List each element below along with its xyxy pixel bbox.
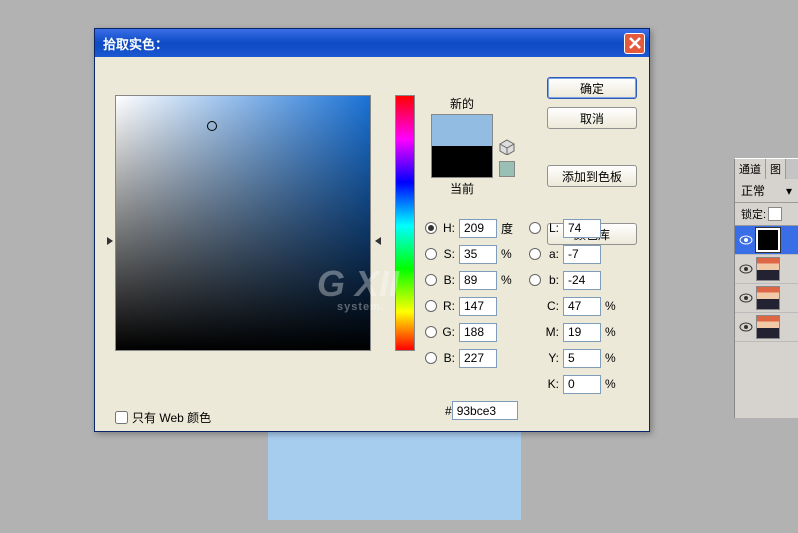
- chevron-down-icon: ▾: [786, 184, 792, 198]
- hue-slider[interactable]: [395, 95, 415, 351]
- g-input[interactable]: [459, 323, 497, 342]
- blend-mode-select[interactable]: 正常: [741, 182, 765, 199]
- a-label: a:: [543, 247, 559, 261]
- panel-tabs: 通道 图: [735, 159, 798, 179]
- radio-h[interactable]: [425, 222, 437, 234]
- y-label: Y:: [543, 351, 559, 365]
- gamut-cube-icon[interactable]: [499, 139, 515, 155]
- ok-button[interactable]: 确定: [547, 77, 637, 99]
- bb-unit: %: [501, 273, 517, 287]
- tab-layers[interactable]: 图: [766, 159, 786, 179]
- layer-row[interactable]: [735, 255, 798, 284]
- s-input[interactable]: [459, 245, 497, 264]
- k-unit: %: [605, 377, 621, 391]
- layer-thumb: [756, 257, 780, 281]
- selected-canvas-area: [268, 430, 521, 520]
- swatch-box: [431, 114, 493, 178]
- l-label: L:: [543, 221, 559, 235]
- layer-row[interactable]: [735, 313, 798, 342]
- new-label: 新的: [431, 95, 493, 112]
- new-color-swatch[interactable]: [432, 115, 492, 146]
- m-unit: %: [605, 325, 621, 339]
- layer-thumb: [756, 228, 780, 252]
- bb-label: B:: [439, 273, 455, 287]
- s-label: S:: [439, 247, 455, 261]
- layer-row[interactable]: [735, 284, 798, 313]
- layer-thumb: [756, 315, 780, 339]
- color-picker-dialog: 拾取实色： 只有 Web 颜色 新的 当前 确定 取消: [94, 28, 650, 432]
- lab-b-label: b:: [543, 273, 559, 287]
- layer-row[interactable]: [735, 226, 798, 255]
- k-label: K:: [543, 377, 559, 391]
- hex-prefix: #: [445, 404, 452, 418]
- radio-a[interactable]: [529, 248, 541, 260]
- s-unit: %: [501, 247, 517, 261]
- r-input[interactable]: [459, 297, 497, 316]
- lock-transparency-button[interactable]: [768, 207, 782, 221]
- m-label: M:: [543, 325, 559, 339]
- color-field-cursor: [207, 121, 217, 131]
- h-unit: 度: [501, 220, 517, 237]
- c-unit: %: [605, 299, 621, 313]
- color-preview: 新的 当前: [431, 95, 493, 197]
- layers-panel: 通道 图 正常 ▾ 锁定:: [734, 158, 798, 418]
- k-input[interactable]: [563, 375, 601, 394]
- current-color-swatch[interactable]: [432, 146, 492, 177]
- radio-s[interactable]: [425, 248, 437, 260]
- lock-row: 锁定:: [735, 203, 798, 226]
- layer-thumb: [756, 286, 780, 310]
- close-button[interactable]: [624, 33, 645, 54]
- rgb-b-label: B:: [439, 351, 455, 365]
- l-input[interactable]: [563, 219, 601, 238]
- add-swatch-button[interactable]: 添加到色板: [547, 165, 637, 187]
- field-arrow-left-icon: [107, 237, 113, 245]
- y-unit: %: [605, 351, 621, 365]
- current-label: 当前: [431, 180, 493, 197]
- h-label: H:: [439, 221, 455, 235]
- c-input[interactable]: [563, 297, 601, 316]
- radio-g[interactable]: [425, 326, 437, 338]
- eye-icon[interactable]: [739, 293, 753, 303]
- radio-l[interactable]: [529, 222, 541, 234]
- y-input[interactable]: [563, 349, 601, 368]
- web-only-checkbox[interactable]: [115, 411, 128, 424]
- gamut-swatch[interactable]: [499, 161, 515, 177]
- r-label: R:: [439, 299, 455, 313]
- radio-bb[interactable]: [425, 274, 437, 286]
- dialog-title: 拾取实色：: [103, 34, 168, 53]
- hex-input[interactable]: [452, 401, 518, 420]
- cancel-button[interactable]: 取消: [547, 107, 637, 129]
- field-arrow-right-icon: [375, 237, 381, 245]
- eye-icon[interactable]: [739, 264, 753, 274]
- blend-mode-row: 正常 ▾: [735, 179, 798, 203]
- tab-channels[interactable]: 通道: [735, 159, 766, 179]
- titlebar[interactable]: 拾取实色：: [95, 29, 649, 57]
- bb-input[interactable]: [459, 271, 497, 290]
- close-icon: [628, 36, 642, 50]
- lab-b-input[interactable]: [563, 271, 601, 290]
- web-only-checkbox-row: 只有 Web 颜色: [115, 409, 211, 426]
- radio-lab-b[interactable]: [529, 274, 541, 286]
- color-field[interactable]: [115, 95, 371, 351]
- a-input[interactable]: [563, 245, 601, 264]
- g-label: G:: [439, 325, 455, 339]
- rgb-b-input[interactable]: [459, 349, 497, 368]
- radio-r[interactable]: [425, 300, 437, 312]
- m-input[interactable]: [563, 323, 601, 342]
- eye-icon[interactable]: [739, 235, 753, 245]
- lock-label: 锁定:: [741, 206, 766, 222]
- web-only-label: 只有 Web 颜色: [132, 409, 211, 426]
- color-inputs: H: 度 L: S: % a: B: % b: R: C: %: [425, 217, 621, 420]
- h-input[interactable]: [459, 219, 497, 238]
- c-label: C:: [543, 299, 559, 313]
- eye-icon[interactable]: [739, 322, 753, 332]
- radio-rgb-b[interactable]: [425, 352, 437, 364]
